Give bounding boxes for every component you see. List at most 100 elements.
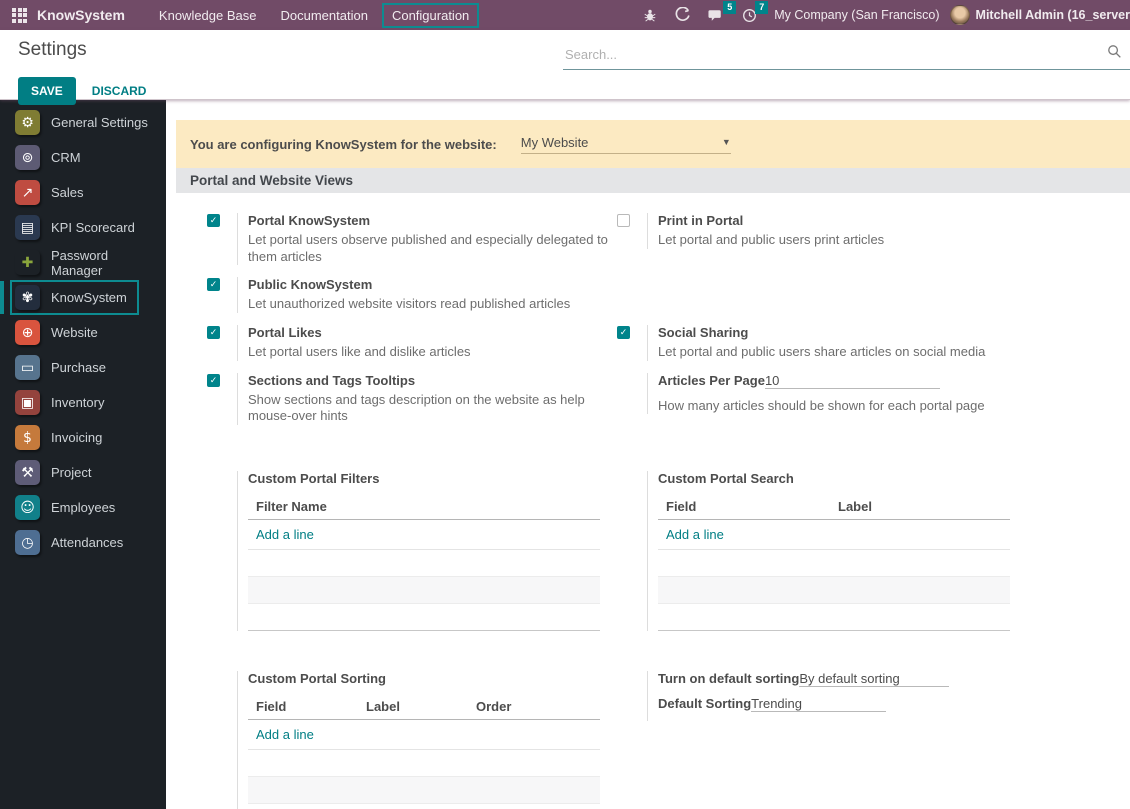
globe-icon: ⊕	[15, 320, 40, 345]
portal-knowsystem-checkbox[interactable]	[207, 214, 220, 227]
section-header: Portal and Website Views	[176, 168, 1130, 193]
employees-icon: ☺	[15, 495, 40, 520]
sections-tooltips-checkbox[interactable]	[207, 373, 220, 387]
setting-desc: Show sections and tags description on th…	[248, 391, 585, 424]
activities-clock-icon[interactable]: 7	[742, 0, 769, 23]
column-header: Field	[256, 698, 287, 714]
systray: 5 7 My Company (San Francisco) Mitchell …	[643, 0, 1130, 25]
add-a-line-link[interactable]: Add a line	[248, 720, 600, 750]
control-panel: Settings SAVE DISCARD	[0, 30, 1130, 105]
default-sorting-toggle-input[interactable]: By default sorting	[799, 671, 950, 687]
setting-title: Public KnowSystem	[248, 277, 373, 293]
kpi-document-icon: ▤	[15, 215, 40, 240]
sidebar-item-crm[interactable]: ⊚ CRM	[0, 140, 166, 175]
sidebar-item-kpi-scorecard[interactable]: ▤ KPI Scorecard	[0, 210, 166, 245]
portal-likes-checkbox[interactable]	[207, 325, 220, 339]
sidebar-item-knowsystem[interactable]: ✾ KnowSystem	[0, 280, 166, 315]
sidebar-item-attendances[interactable]: ◷ Attendances	[0, 525, 166, 560]
app-name[interactable]: KnowSystem	[37, 7, 125, 23]
sidebar-item-label: Sales	[51, 185, 84, 200]
articles-per-page-label: Articles Per Page	[658, 372, 765, 388]
sidebar-item-project[interactable]: ⚒ Project	[0, 455, 166, 490]
public-knowsystem-checkbox[interactable]	[207, 278, 220, 292]
table-empty-row	[248, 804, 600, 809]
messages-chat-icon[interactable]: 5	[708, 0, 737, 23]
default-sorting-input[interactable]: Trending	[751, 696, 887, 712]
website-config-banner: You are configuring KnowSystem for the w…	[176, 120, 1130, 168]
search-box	[563, 42, 1130, 70]
sidebar-item-label: Password Manager	[51, 247, 109, 278]
search-input[interactable]	[565, 46, 1107, 62]
project-icon: ⚒	[15, 460, 40, 485]
sidebar-item-invoicing[interactable]: $ Invoicing	[0, 420, 166, 455]
column-header: Label	[366, 698, 400, 714]
setting-portal-likes: Portal Likes Let portal users like and d…	[207, 324, 617, 361]
sidebar-item-purchase[interactable]: ▭ Purchase	[0, 350, 166, 385]
loop-refresh-icon[interactable]	[674, 6, 691, 24]
search-icon[interactable]	[1107, 44, 1122, 64]
articles-per-page-input[interactable]: 10	[764, 373, 940, 389]
company-switcher[interactable]: My Company (San Francisco)	[774, 8, 939, 22]
table-empty-row	[248, 604, 600, 631]
website-select[interactable]: My Website ▼	[520, 134, 731, 154]
social-sharing-checkbox[interactable]	[617, 325, 630, 339]
chevron-down-icon: ▼	[721, 137, 731, 147]
sidebar-item-label: Attendances	[51, 535, 124, 550]
brain-icon: ✾	[15, 285, 40, 310]
sidebar-item-inventory[interactable]: ▣ Inventory	[0, 385, 166, 420]
table-empty-row	[658, 576, 1010, 604]
setting-desc: Let portal and public users print articl…	[658, 232, 885, 247]
table-empty-row	[248, 750, 600, 777]
column-header: Order	[476, 698, 512, 714]
user-menu[interactable]: Mitchell Admin (16_server	[976, 8, 1130, 22]
setting-social-sharing: Social Sharing Let portal and public use…	[617, 324, 1130, 361]
sidebar-item-label: Project	[51, 465, 92, 480]
debug-bug-icon[interactable]	[643, 8, 657, 22]
invoice-icon: $	[15, 425, 40, 450]
sidebar-item-label: Invoicing	[51, 430, 103, 445]
add-a-line-link[interactable]: Add a line	[248, 520, 600, 550]
table-title: Custom Portal Search	[658, 470, 794, 486]
menu-configuration[interactable]: Configuration	[381, 2, 480, 28]
sidebar-item-password-manager[interactable]: ✚ Password Manager	[0, 245, 166, 280]
setting-custom-portal-filters: Custom Portal Filters Filter Name Add a …	[207, 470, 617, 631]
top-navbar: KnowSystem Knowledge Base Documentation …	[0, 0, 1130, 30]
setting-desc: Let portal users like and dislike articl…	[248, 343, 471, 359]
sidebar-item-label: Website	[51, 325, 98, 340]
apps-grid-icon[interactable]	[12, 7, 27, 23]
column-header: Field	[666, 498, 697, 514]
sidebar-item-label: CRM	[51, 150, 81, 165]
website-select-value: My Website	[520, 134, 589, 150]
messages-badge: 5	[723, 0, 737, 14]
custom-portal-filters-table: Custom Portal Filters Filter Name Add a …	[248, 471, 600, 631]
discard-button[interactable]: DISCARD	[92, 84, 147, 98]
setting-desc: Let portal users observe published and e…	[248, 232, 608, 264]
setting-custom-portal-search: Custom Portal Search Field Label Add a l…	[617, 470, 1130, 631]
print-in-portal-checkbox[interactable]	[617, 214, 630, 227]
default-sorting-toggle-label: Turn on default sorting	[658, 670, 800, 686]
inventory-box-icon: ▣	[15, 390, 40, 415]
sidebar-item-sales[interactable]: ↗ Sales	[0, 175, 166, 210]
setting-desc: Let unauthorized website visitors read p…	[248, 296, 571, 312]
menu-documentation[interactable]: Documentation	[271, 3, 378, 28]
add-a-line-link[interactable]: Add a line	[658, 520, 1010, 550]
user-avatar[interactable]	[949, 5, 970, 25]
save-button[interactable]: SAVE	[18, 77, 76, 105]
default-sorting-label: Default Sorting	[658, 695, 752, 711]
sidebar-item-general-settings[interactable]: ⚙ General Settings	[0, 105, 166, 140]
setting-public-knowsystem: Public KnowSystem Let unauthorized websi…	[207, 277, 617, 313]
setting-print-in-portal: Print in Portal Let portal and public us…	[617, 213, 1130, 249]
sidebar-item-website[interactable]: ⊕ Website	[0, 315, 166, 350]
sidebar-item-label: Employees	[51, 500, 116, 515]
password-cross-icon: ✚	[15, 250, 40, 275]
column-header: Label	[838, 498, 872, 514]
setting-desc: Let portal and public users share articl…	[658, 343, 986, 359]
setting-sections-tags-tooltips: Sections and Tags Tooltips Show sections…	[207, 372, 617, 425]
settings-sidebar: ⚙ General Settings ⊚ CRM ↗ Sales ▤ KPI Score…	[0, 100, 166, 809]
menu-knowledge-base[interactable]: Knowledge Base	[149, 3, 267, 28]
sidebar-item-employees[interactable]: ☺ Employees	[0, 490, 166, 525]
setting-title: Social Sharing	[658, 324, 749, 340]
sidebar-item-label: KnowSystem	[51, 290, 127, 305]
table-empty-row	[658, 550, 1010, 577]
activities-badge: 7	[755, 0, 769, 14]
